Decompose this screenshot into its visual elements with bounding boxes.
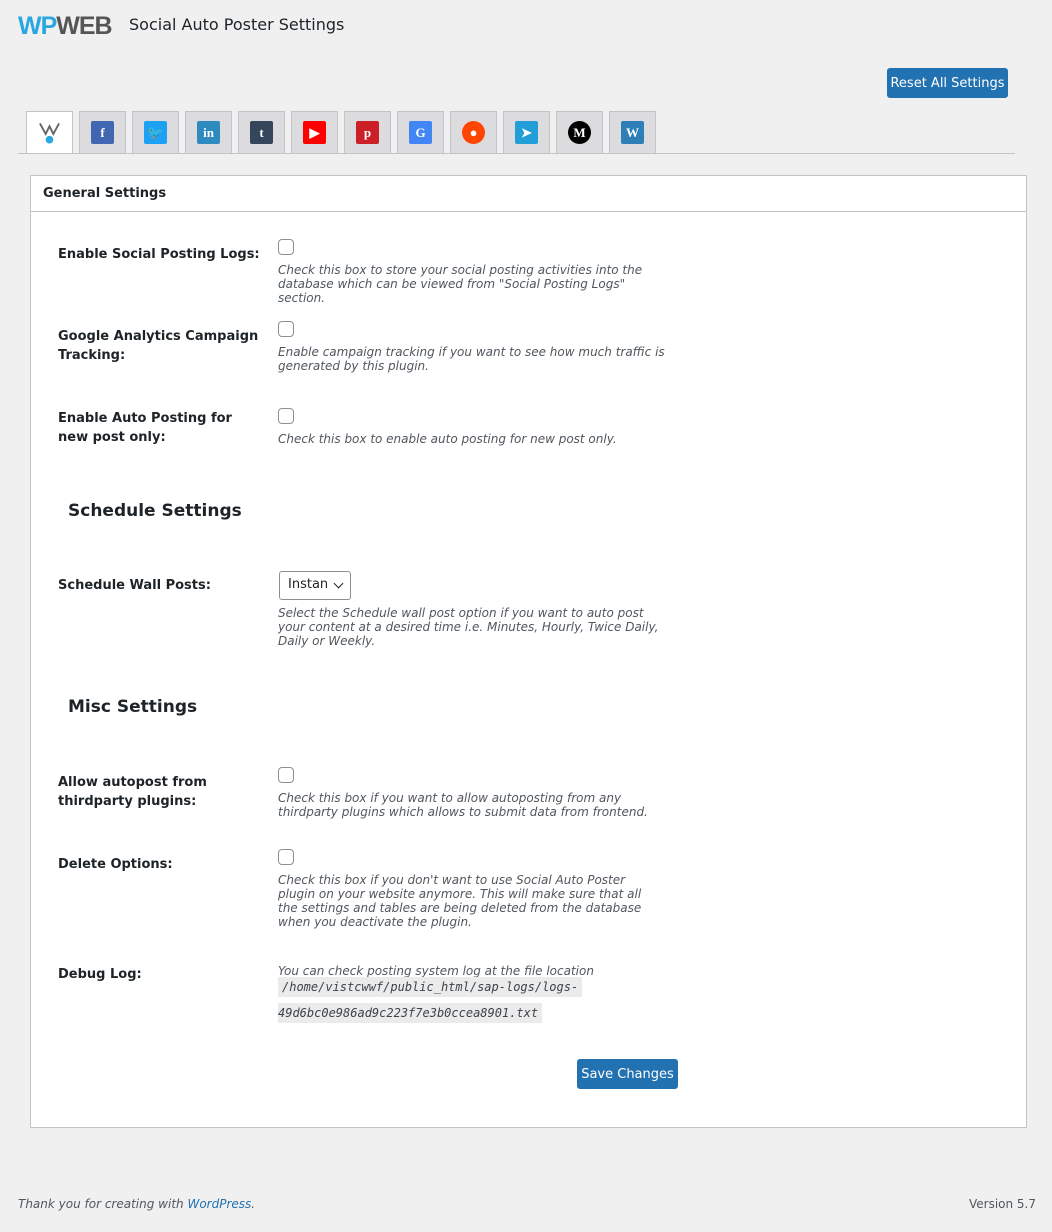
tab-divider [18, 153, 1015, 154]
wpweb-icon [38, 122, 61, 145]
label-enable-logs: Enable Social Posting Logs: [58, 247, 260, 262]
debug-log-path: /home/vistcwwf/public_html/sap-logs/logs… [278, 977, 583, 997]
save-changes-button[interactable]: Save Changes [577, 1059, 678, 1089]
schedule-wall-posts-select[interactable]: Instant [279, 571, 351, 600]
footer-thanks: Thank you for creating with WordPress. [18, 1197, 255, 1211]
google-my-business-icon: G [409, 121, 432, 144]
panel-title: General Settings [30, 175, 1027, 212]
tab-linkedin[interactable]: in [185, 111, 232, 153]
wordpress-icon: W [621, 121, 644, 144]
linkedin-icon: in [197, 121, 220, 144]
new-post-only-checkbox[interactable] [278, 408, 294, 424]
thirdparty-checkbox[interactable] [278, 767, 294, 783]
footer-text: Thank you for creating with [18, 1197, 188, 1211]
page-title: Social Auto Poster Settings [129, 15, 345, 34]
ga-tracking-checkbox[interactable] [278, 321, 294, 337]
desc-new-post-only: Check this box to enable auto posting fo… [278, 432, 617, 446]
footer-suffix: . [251, 1197, 256, 1211]
schedule-settings-heading: Schedule Settings [68, 501, 242, 521]
select-value: Instant [288, 577, 328, 592]
tab-medium[interactable]: M [556, 111, 603, 153]
facebook-icon: f [91, 121, 114, 144]
medium-icon: M [568, 121, 591, 144]
label-debug-log: Debug Log: [58, 967, 142, 982]
label-delete-options: Delete Options: [58, 857, 173, 872]
tumblr-icon: t [250, 121, 273, 144]
desc-debug-log: You can check posting system log at the … [278, 964, 594, 978]
tab-google-business[interactable]: G [397, 111, 444, 153]
enable-logs-checkbox[interactable] [278, 239, 294, 255]
twitter-icon: 🐦 [144, 121, 167, 144]
tab-youtube[interactable]: ▶ [291, 111, 338, 153]
tab-pinterest[interactable]: p [344, 111, 391, 153]
telegram-icon: ➤ [515, 121, 538, 144]
wpweb-logo: WPWEB [18, 12, 113, 40]
desc-delete-options: Check this box if you don't want to use … [278, 873, 642, 929]
tab-wordpress[interactable]: W [609, 111, 656, 153]
misc-settings-heading: Misc Settings [68, 697, 198, 717]
reset-all-settings-button[interactable]: Reset All Settings [887, 68, 1008, 98]
tab-twitter[interactable]: 🐦 [132, 111, 179, 153]
pinterest-icon: p [356, 121, 379, 144]
desc-thirdparty: Check this box if you want to allow auto… [278, 791, 648, 819]
tab-general[interactable] [26, 111, 73, 154]
reddit-icon: ● [462, 121, 485, 144]
tab-tumblr[interactable]: t [238, 111, 285, 153]
tab-telegram[interactable]: ➤ [503, 111, 550, 153]
desc-schedule: Select the Schedule wall post option if … [278, 606, 659, 648]
label-new-post-only: Enable Auto Posting for new post only: [58, 411, 232, 445]
version-text: Version 5.7 [968, 1197, 1036, 1211]
desc-ga-tracking: Enable campaign tracking if you want to … [278, 345, 665, 373]
label-schedule-wall-posts: Schedule Wall Posts: [58, 578, 211, 593]
delete-options-checkbox[interactable] [278, 849, 294, 865]
label-ga-tracking: Google Analytics Campaign Tracking: [58, 329, 259, 363]
desc-enable-logs: Check this box to store your social post… [278, 263, 643, 305]
youtube-icon: ▶ [303, 121, 326, 144]
tab-facebook[interactable]: f [79, 111, 126, 153]
debug-log-path-cont: 49d6bc0e986ad9c223f7e3b0ccea8901.txt [278, 1003, 543, 1023]
label-thirdparty: Allow autopost from thirdparty plugins: [58, 775, 207, 809]
wordpress-link[interactable]: WordPress [187, 1197, 251, 1211]
tab-reddit[interactable]: ● [450, 111, 497, 153]
